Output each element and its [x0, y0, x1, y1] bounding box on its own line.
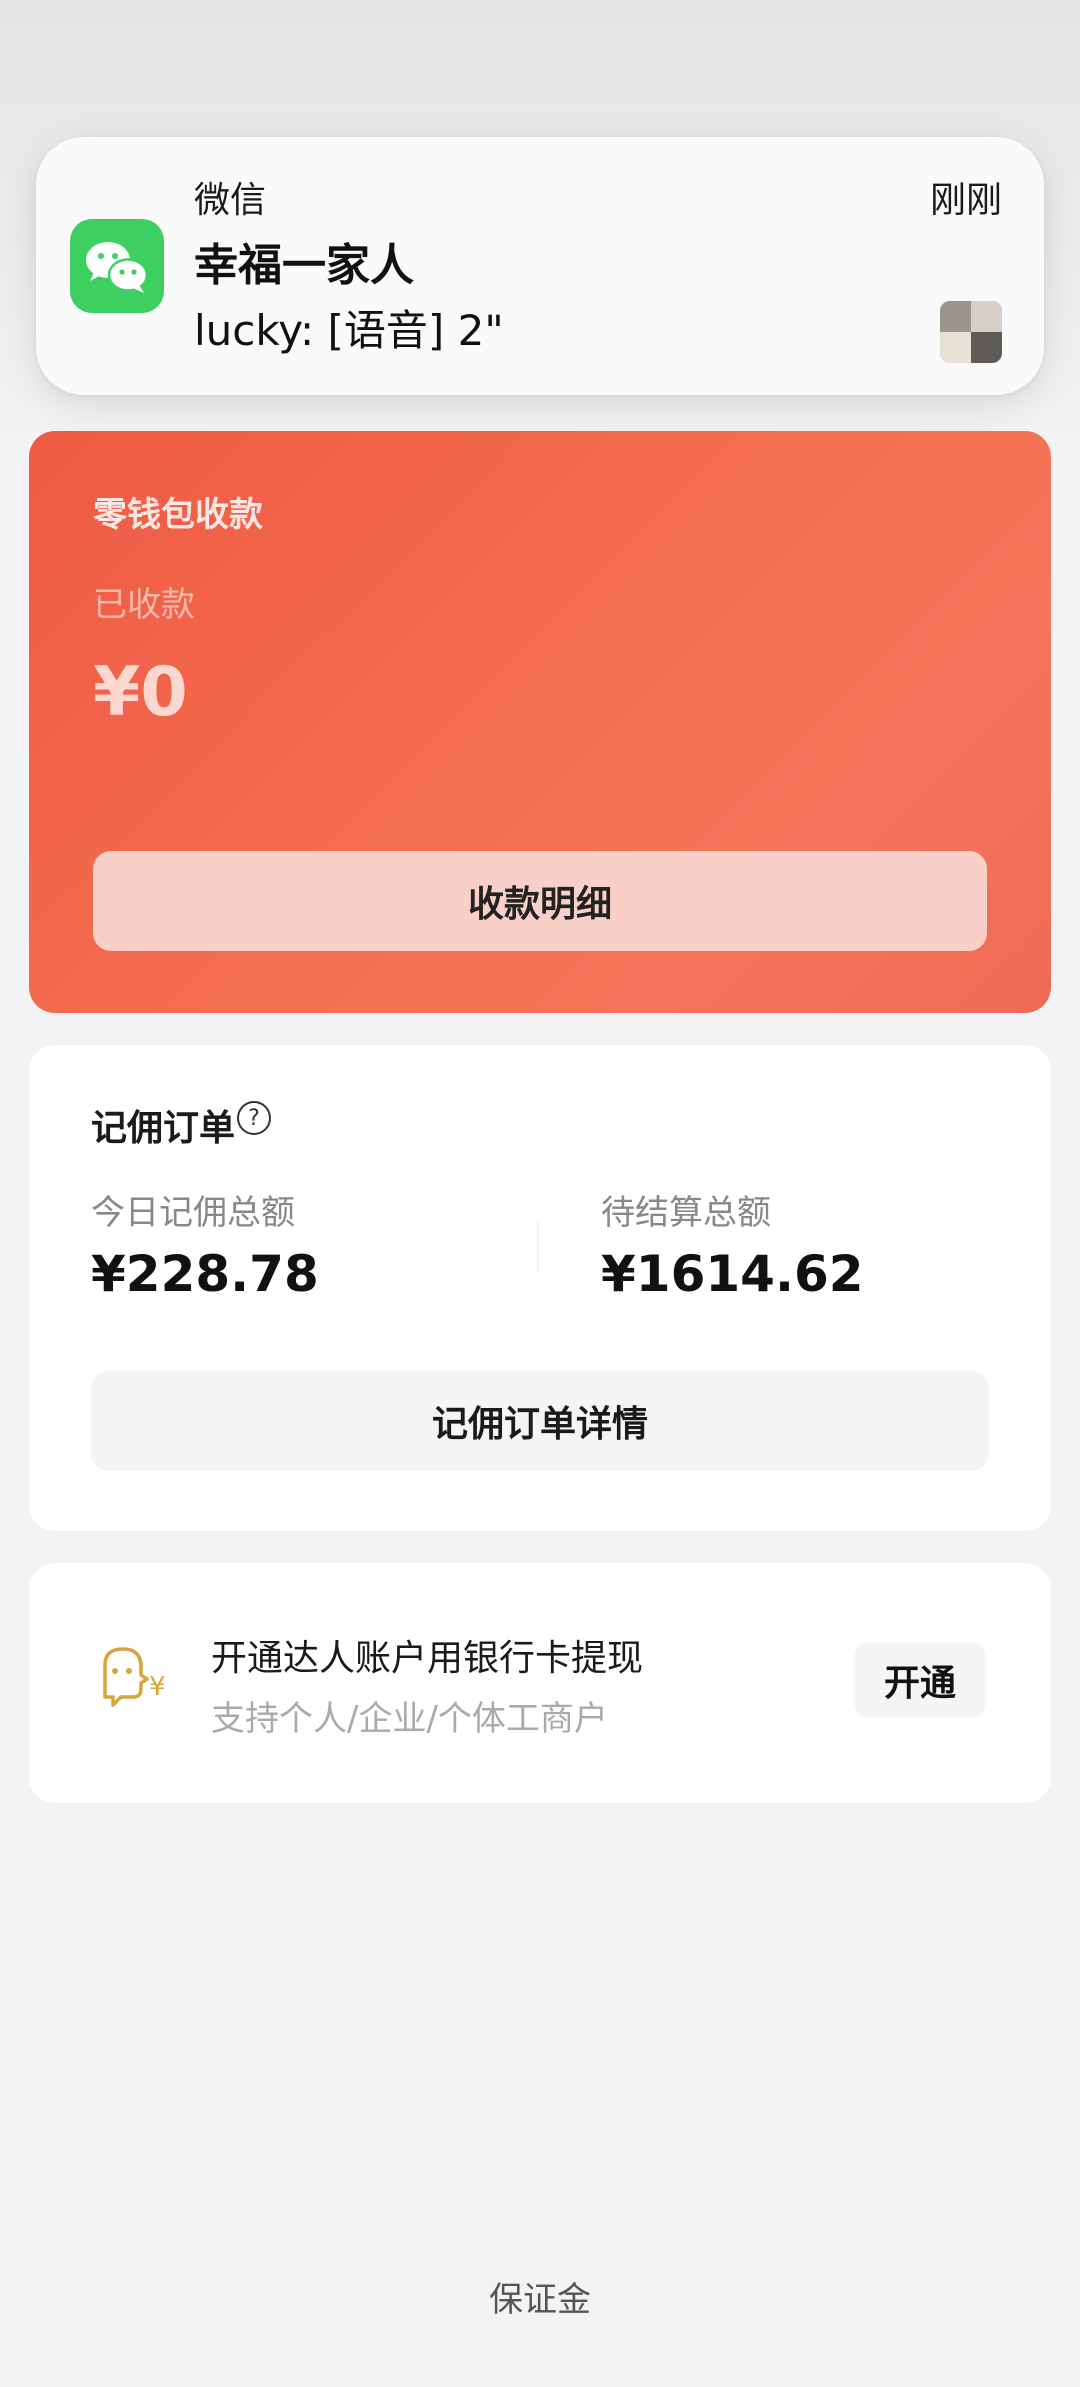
- commission-detail-button[interactable]: 记佣订单详情: [91, 1371, 989, 1471]
- notification-message: lucky: [语音] 2": [194, 306, 504, 355]
- wallet-receipt-card: 零钱包收款 已收款 ¥0 收款明细: [29, 431, 1051, 1013]
- commission-orders-card: 记佣订单 ? 今日记佣总额 ¥228.78 待结算总额 ¥1614.62 记佣订…: [29, 1045, 1051, 1531]
- deposit-link[interactable]: 保证金: [0, 2272, 1080, 2321]
- today-commission-value: ¥228.78: [91, 1245, 319, 1303]
- person-yuan-icon: ¥: [91, 1639, 171, 1719]
- wechat-notification-banner[interactable]: 微信 刚刚 幸福一家人 lucky: [语音] 2": [36, 137, 1044, 395]
- notification-time: 刚刚: [929, 180, 1002, 221]
- received-label: 已收款: [93, 585, 195, 625]
- receipt-detail-button[interactable]: 收款明细: [93, 851, 987, 951]
- stat-divider: [537, 1221, 539, 1271]
- received-amount: ¥0: [93, 653, 188, 732]
- group-avatar-thumbnail: [940, 301, 1002, 363]
- bank-withdraw-title: 开通达人账户用银行卡提现: [211, 1638, 644, 1679]
- question-circle-icon[interactable]: ?: [237, 1101, 271, 1135]
- today-commission-label: 今日记佣总额: [91, 1193, 295, 1233]
- svg-text:¥: ¥: [149, 1672, 166, 1702]
- pending-settlement-value: ¥1614.62: [601, 1245, 864, 1303]
- wechat-icon: [70, 219, 164, 313]
- bank-withdraw-card[interactable]: ¥ 开通达人账户用银行卡提现 支持个人/企业/个体工商户 开通: [29, 1563, 1051, 1803]
- bank-withdraw-subtitle: 支持个人/企业/个体工商户: [211, 1699, 608, 1739]
- pending-settlement-label: 待结算总额: [601, 1193, 771, 1233]
- wallet-title: 零钱包收款: [93, 495, 263, 535]
- notification-app-name: 微信: [194, 180, 267, 221]
- notification-title: 幸福一家人: [194, 240, 414, 291]
- commission-title: 记佣订单: [91, 1108, 236, 1149]
- open-account-button[interactable]: 开通: [854, 1643, 986, 1717]
